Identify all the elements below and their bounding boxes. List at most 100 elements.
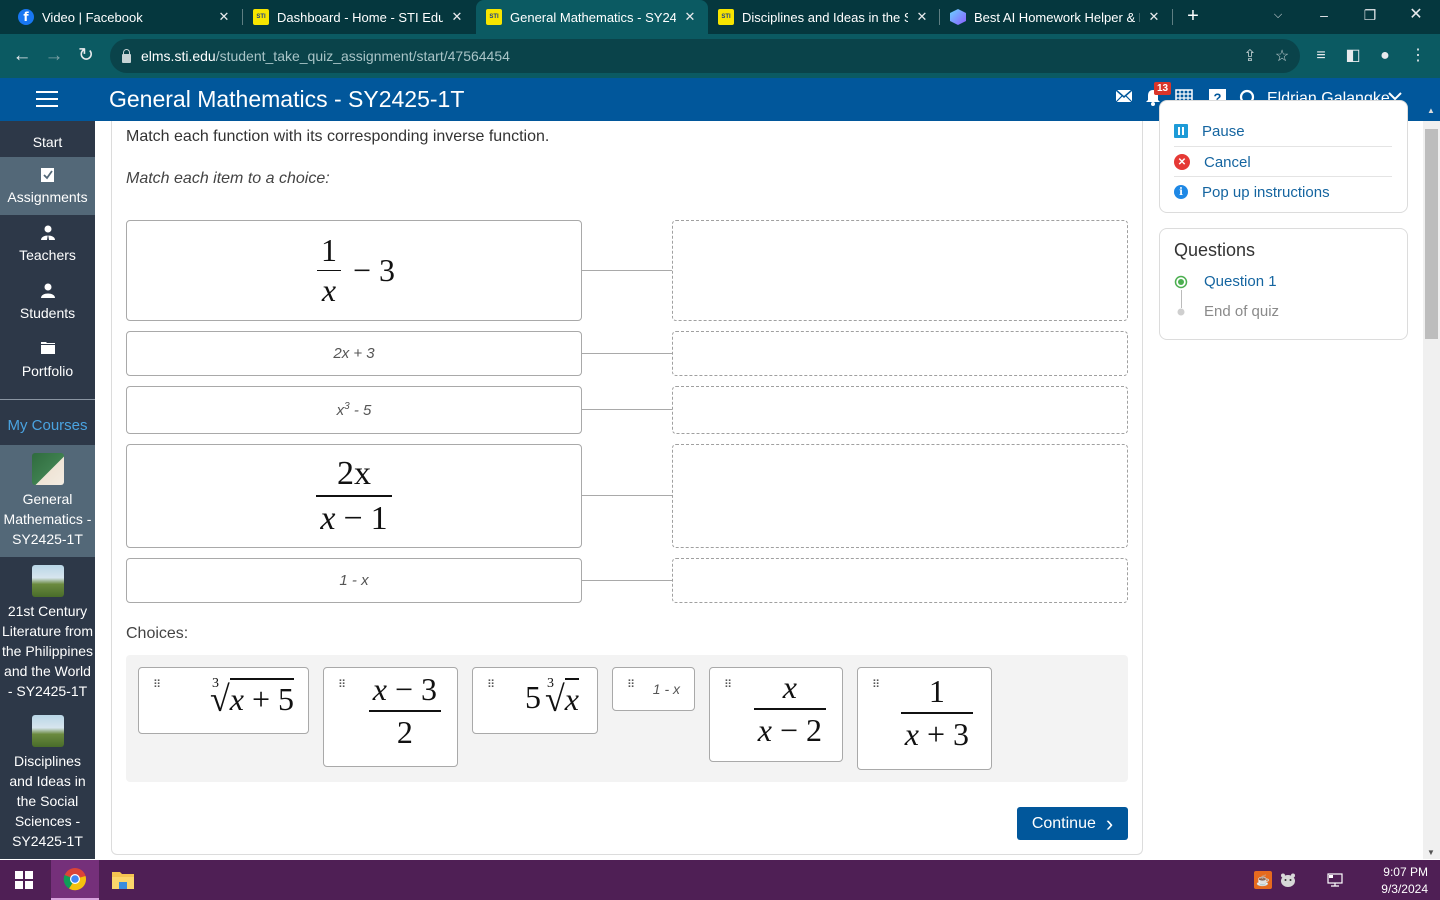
network-tray-icon[interactable]	[1326, 871, 1344, 889]
hamburger-menu-icon[interactable]	[36, 91, 58, 109]
sidebar-divider	[0, 399, 95, 400]
minimize-icon[interactable]: –	[1301, 0, 1347, 30]
drag-handle-icon[interactable]: ⠿	[724, 680, 732, 691]
question-text: Match each function with its correspondi…	[126, 128, 550, 145]
pause-button[interactable]: Pause	[1174, 116, 1392, 146]
choices-label: Choices:	[126, 625, 189, 642]
choice-card[interactable]: ⠿ x x −2	[709, 667, 843, 762]
scroll-up-arrow-icon[interactable]: ▲	[1427, 106, 1435, 115]
tab-ai-homework[interactable]: Best AI Homework Helper & Ho ✕	[940, 0, 1172, 34]
chrome-taskbar-icon[interactable]	[51, 860, 99, 900]
student-icon	[0, 283, 95, 301]
math-expression: 2x x −1	[312, 455, 395, 538]
cancel-button[interactable]: ✕ Cancel	[1174, 147, 1392, 177]
star-icon[interactable]: ☆	[1272, 46, 1292, 66]
clock-date: 9/3/2024	[1381, 882, 1428, 896]
question-step-end[interactable]: End of quiz	[1174, 303, 1279, 320]
page-scrollbar[interactable]: ▼	[1423, 121, 1440, 859]
numerator: 1	[928, 673, 945, 709]
choice-card[interactable]: ⠿ 5 3 √ x	[472, 667, 598, 734]
tab-general-mathematics[interactable]: STI General Mathematics - SY2425 ✕	[476, 0, 708, 34]
sidebar: Start Assignments Teachers Students Port…	[0, 121, 95, 859]
sidebar-item-label: Start	[32, 134, 63, 150]
course-general-mathematics[interactable]: General Mathematics - SY2425-1T	[0, 445, 95, 557]
java-tray-icon[interactable]: ☕	[1254, 871, 1272, 889]
url-path: /student_take_quiz_assignment/start/4756…	[215, 48, 510, 64]
drag-handle-icon[interactable]: ⠿	[338, 680, 346, 691]
tab-facebook[interactable]: f Video | Facebook ✕	[0, 0, 242, 34]
operator: −	[352, 252, 372, 288]
drag-handle-icon[interactable]: ⠿	[487, 680, 495, 691]
continue-button[interactable]: Continue ›	[1017, 807, 1128, 840]
question-step-label: End of quiz	[1204, 303, 1280, 320]
windows-start-icon[interactable]	[0, 860, 48, 900]
root-index: 3	[547, 676, 555, 691]
sidebar-item-teachers[interactable]: Teachers	[0, 215, 95, 273]
mail-icon[interactable]	[1114, 89, 1134, 109]
new-tab-button[interactable]: +	[1182, 5, 1204, 27]
sti-icon: STI	[253, 9, 269, 25]
question-step-current[interactable]: Question 1	[1174, 273, 1277, 290]
side-panel-icon[interactable]: ◧	[1341, 44, 1365, 68]
sidebar-item-students[interactable]: Students	[0, 273, 95, 331]
match-item: 1 x − 3	[126, 220, 582, 321]
clock-time: 9:07 PM	[1383, 865, 1428, 879]
close-icon[interactable]: ✕	[1146, 9, 1162, 25]
back-arrow-icon[interactable]: ←	[8, 42, 36, 70]
pending-step-icon	[1174, 305, 1188, 319]
profile-icon[interactable]: ●	[1373, 44, 1397, 68]
course-disciplines-social-sciences[interactable]: Disciplines and Ideas in the Social Scie…	[0, 709, 95, 859]
course-21st-century-literature[interactable]: 21st Century Literature from the Philipp…	[0, 557, 95, 709]
sidebar-item-portfolio[interactable]: Portfolio	[0, 331, 95, 389]
math-expression: 5 3 √ x	[525, 676, 579, 720]
denominator: 2	[396, 714, 413, 751]
drop-target[interactable]	[672, 386, 1128, 434]
scrollbar-thumb[interactable]	[1425, 129, 1438, 339]
choice-card[interactable]: ⠿ 3 √ x +5	[138, 667, 309, 734]
variable: x	[372, 671, 387, 707]
forward-arrow-icon[interactable]: →	[40, 42, 68, 70]
sidebar-item-assignments[interactable]: Assignments	[0, 157, 95, 215]
reload-icon[interactable]: ↻	[72, 42, 100, 70]
tab-dashboard[interactable]: STI Dashboard - Home - STI Educat ✕	[243, 0, 475, 34]
course-label-line: - SY2425-1T	[7, 683, 88, 699]
choice-card[interactable]: ⠿ 1 - x	[612, 667, 695, 711]
choice-card[interactable]: ⠿ 1 x +3	[857, 667, 992, 770]
drag-handle-icon[interactable]: ⠿	[872, 680, 880, 691]
drop-target[interactable]	[672, 558, 1128, 603]
tab-search-chevron-icon[interactable]: ⌵	[1255, 0, 1301, 30]
drag-handle-icon[interactable]: ⠿	[627, 680, 635, 691]
tab-separator	[1172, 9, 1173, 25]
math-expression: x3 - 5	[337, 401, 372, 419]
close-icon[interactable]: ✕	[216, 9, 232, 25]
close-icon[interactable]: ✕	[682, 9, 698, 25]
denominator: x −2	[754, 713, 826, 748]
choice-card[interactable]: ⠿ x −3 2	[323, 667, 458, 767]
drag-handle-icon[interactable]: ⠿	[153, 680, 161, 691]
my-courses-link[interactable]: My Courses	[0, 417, 95, 434]
media-queue-icon[interactable]: ≡	[1309, 44, 1333, 68]
share-icon[interactable]: ⇪	[1240, 46, 1260, 66]
tab-disciplines[interactable]: STI Disciplines and Ideas in the Soc ✕	[708, 0, 940, 34]
file-explorer-icon[interactable]	[99, 860, 147, 900]
drop-target[interactable]	[672, 220, 1128, 321]
numerator: 1	[320, 231, 337, 268]
window-close-icon[interactable]: ✕	[1393, 0, 1439, 30]
restore-icon[interactable]: ❐	[1347, 0, 1393, 30]
drop-target[interactable]	[672, 444, 1128, 548]
drop-target[interactable]	[672, 331, 1128, 376]
folder-icon	[0, 341, 95, 359]
scroll-down-arrow-icon[interactable]: ▼	[1427, 848, 1435, 857]
cancel-x-icon: ✕	[1174, 154, 1190, 170]
popup-instructions-button[interactable]: i Pop up instructions	[1174, 177, 1392, 207]
continue-label: Continue	[1031, 814, 1096, 832]
taskbar-clock[interactable]: 9:07 PM 9/3/2024	[1368, 864, 1428, 898]
address-bar[interactable]: elms.sti.edu /student_take_quiz_assignme…	[110, 39, 1300, 73]
browser-menu-icon[interactable]: ⋮	[1406, 44, 1430, 68]
close-icon[interactable]: ✕	[914, 9, 930, 25]
term: - 5	[349, 402, 372, 419]
math-expression: x −3 2	[365, 671, 445, 751]
sidebar-item-start[interactable]: Start	[0, 121, 95, 157]
antivirus-tray-icon[interactable]	[1279, 871, 1297, 889]
close-icon[interactable]: ✕	[449, 9, 465, 25]
